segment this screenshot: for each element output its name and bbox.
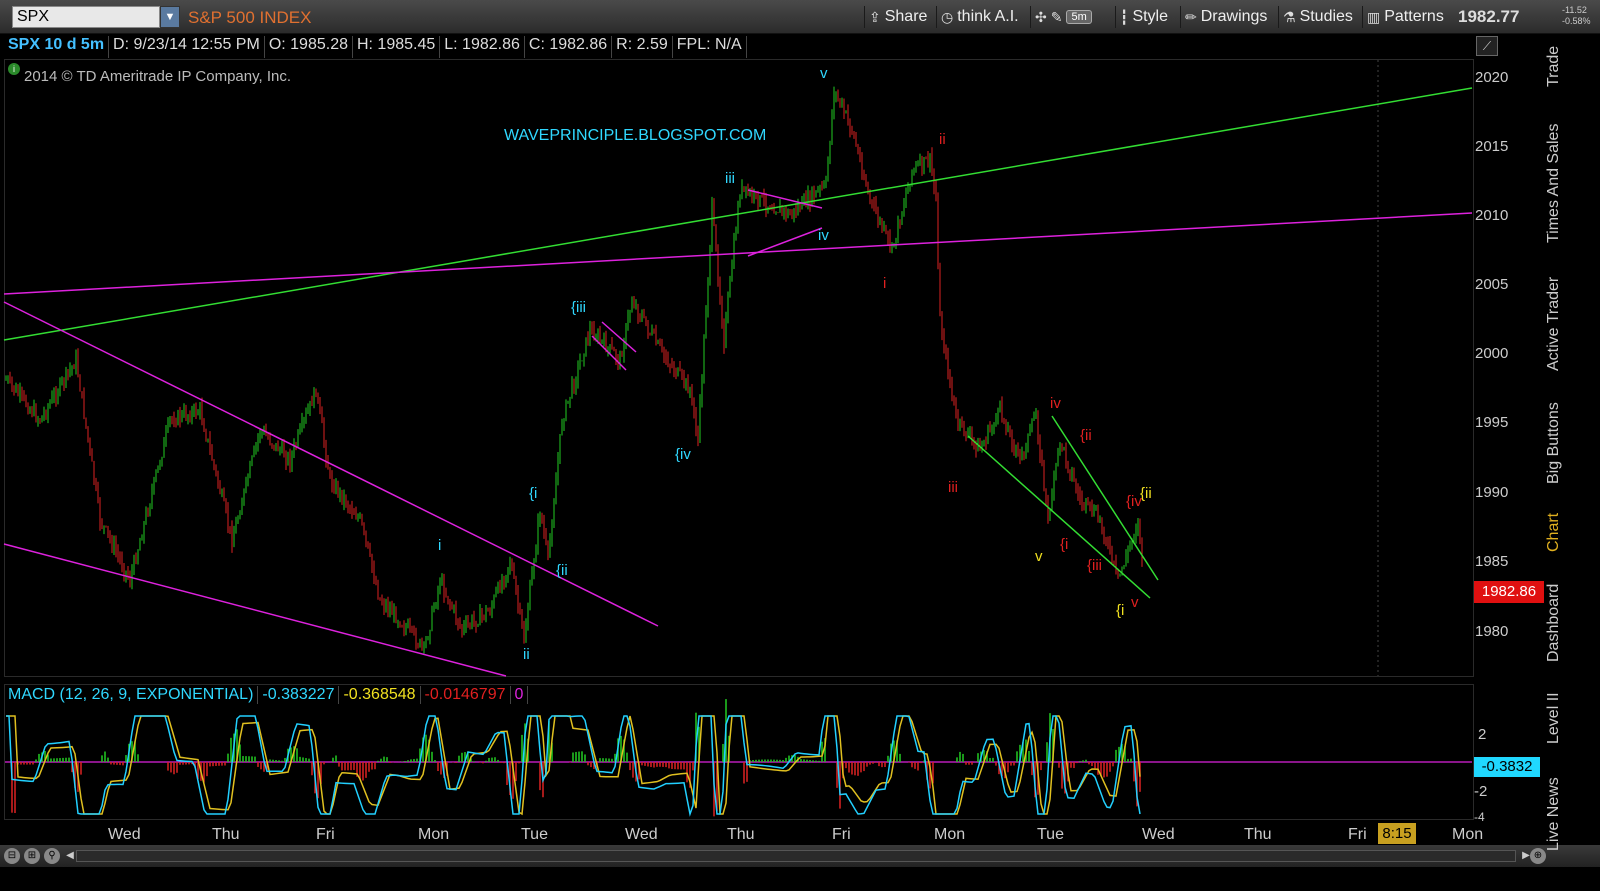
zoom-in-icon[interactable]: ⊞: [24, 848, 40, 864]
side-tab-active-trader[interactable]: Active Trader: [1545, 270, 1567, 378]
watermark: WAVEPRINCIPLE.BLOGSPOT.COM: [504, 127, 766, 144]
wave-label: iv: [818, 227, 829, 244]
wedge-lower-line[interactable]: [967, 435, 1151, 599]
price-axis-label: 2015: [1475, 138, 1509, 155]
wave-label: v: [1131, 594, 1139, 611]
macd-value: -0.383227: [258, 686, 340, 704]
magnifier-icon[interactable]: ⚲: [44, 848, 60, 864]
price-axis-label: 2020: [1475, 69, 1509, 86]
side-tab-big-buttons[interactable]: Big Buttons: [1545, 398, 1567, 488]
price-axis-label: 1990: [1475, 484, 1509, 501]
price-axis-label: 1985: [1475, 553, 1509, 570]
time-axis-label: Fri: [832, 826, 851, 843]
wave-label: {ii: [556, 562, 568, 579]
macd-info-bar: MACD (12, 26, 9, EXPONENTIAL) -0.383227 …: [4, 686, 529, 704]
price-axis-label: 2000: [1475, 345, 1509, 362]
side-tab-live-news[interactable]: Live News: [1545, 766, 1567, 862]
wave-label: v: [1035, 548, 1043, 565]
side-tab-level-ii[interactable]: Level II: [1545, 690, 1567, 746]
wave-label: i: [883, 275, 886, 292]
price-axis-label: 2005: [1475, 276, 1509, 293]
wave-label: {i: [529, 485, 537, 502]
macd-axis-label: -4: [1474, 810, 1485, 824]
macd-axis-label: 2: [1478, 726, 1487, 743]
wave-label: {ii: [1140, 485, 1152, 502]
time-axis-label: Fri: [316, 826, 335, 843]
wave-label: iii: [948, 479, 958, 496]
time-axis-label: Thu: [1244, 826, 1272, 843]
time-axis-label: Mon: [418, 826, 450, 843]
zoom-out-icon[interactable]: ⊟: [4, 848, 20, 864]
wave-label: {iii: [571, 299, 586, 316]
macd-title[interactable]: MACD (12, 26, 9, EXPONENTIAL): [4, 686, 259, 704]
time-axis-label: Wed: [625, 826, 658, 843]
price-axis-label: 1995: [1475, 414, 1509, 431]
wave-label: v: [820, 65, 828, 82]
triangle-lower-line[interactable]: [747, 227, 823, 257]
channel-lower-line[interactable]: [3, 543, 507, 677]
chart-scrollbar[interactable]: [76, 850, 1516, 862]
zoom-fit-icon[interactable]: ⊕: [1530, 848, 1546, 864]
wave-label: {i: [1060, 536, 1068, 553]
macd-diff: -0.0146797: [421, 686, 511, 704]
wave-label: {ii: [1080, 427, 1092, 444]
time-axis-label: Wed: [108, 826, 141, 843]
time-axis-label: Thu: [212, 826, 240, 843]
wave-label: {iii: [1087, 557, 1102, 574]
wave-label: iii: [725, 170, 735, 187]
macd-value-tag: -0.3832: [1474, 757, 1540, 777]
time-axis-label: Tue: [1037, 826, 1064, 843]
side-tab-dashboard[interactable]: Dashboard: [1545, 578, 1567, 668]
time-axis-label: Fri: [1348, 826, 1367, 843]
time-axis-label: Thu: [727, 826, 755, 843]
candles: [5, 86, 1143, 654]
side-tab-times-and-sales[interactable]: Times And Sales: [1545, 118, 1567, 248]
macd-axis-label: -2: [1474, 783, 1488, 800]
side-tab-chart[interactable]: Chart: [1545, 508, 1567, 556]
side-tab-trade[interactable]: Trade: [1545, 38, 1567, 94]
macd-panel[interactable]: [4, 684, 1474, 820]
time-axis-label: Tue: [521, 826, 548, 843]
time-axis-label: Mon: [934, 826, 966, 843]
current-price-tag: 1982.86: [1474, 581, 1544, 603]
wave-label: ii: [523, 646, 530, 663]
green-trendline[interactable]: [3, 87, 1473, 341]
macd-zero: 0: [511, 686, 529, 704]
wave-label: i: [438, 537, 441, 554]
flag-lower-line[interactable]: [591, 335, 627, 371]
wave-label: ii: [939, 131, 946, 148]
time-tag: 8:15: [1378, 823, 1416, 844]
price-axis-label: 2010: [1475, 207, 1509, 224]
macd-avg: -0.368548: [339, 686, 421, 704]
wave-label: iv: [1050, 395, 1061, 412]
wave-label: {i: [1116, 602, 1124, 619]
wave-label: {iv: [675, 446, 691, 463]
price-axis-label: 1980: [1475, 623, 1509, 640]
time-axis-label: Mon: [1452, 826, 1484, 843]
flag-upper-line[interactable]: [601, 321, 637, 353]
time-axis-label: Wed: [1142, 826, 1175, 843]
